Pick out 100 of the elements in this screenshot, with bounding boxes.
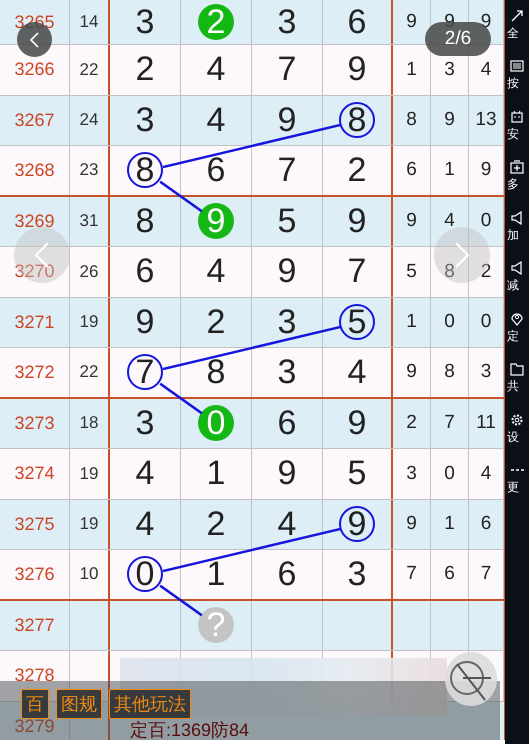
folder-icon[interactable]	[510, 362, 524, 376]
digit: 9	[276, 102, 298, 138]
digit: 8	[134, 203, 156, 240]
span-value: 3	[406, 462, 417, 485]
sidebar-label[interactable]: 加	[507, 226, 519, 244]
digit: 8	[206, 354, 226, 390]
digit: 9	[346, 52, 368, 88]
sidebar-label[interactable]: 共	[507, 378, 519, 396]
span-value: 0	[480, 311, 492, 334]
sum-value: 10	[80, 564, 98, 584]
digit: 3	[346, 556, 368, 592]
sum-value: 24	[80, 110, 98, 130]
digit: 4	[134, 456, 156, 492]
digit: 6	[206, 152, 226, 188]
span-value: 1	[406, 311, 417, 334]
span-value: 0	[444, 462, 455, 485]
digit: 0	[127, 556, 163, 592]
location-pin-icon[interactable]	[510, 312, 524, 326]
tool-button[interactable]: 其他玩法	[109, 689, 191, 719]
settings-icon[interactable]	[510, 412, 524, 427]
row-number: 3270	[14, 261, 55, 282]
keyboard-icon[interactable]	[510, 59, 524, 74]
digit: 9	[134, 304, 156, 340]
digit: 9	[198, 203, 234, 240]
span-value: 7	[406, 563, 417, 586]
span-value: 6	[480, 513, 492, 536]
span-value: 7	[444, 412, 455, 434]
span-value: 13	[475, 109, 497, 132]
digit: 8	[127, 152, 163, 188]
digit: ?	[198, 607, 234, 644]
digit: 4	[276, 506, 298, 542]
span-value: 1	[444, 159, 455, 182]
sum-value: 26	[80, 262, 98, 282]
row-number: 3271	[14, 312, 55, 333]
sidebar-label[interactable]: 全	[507, 24, 519, 42]
sidebar-label[interactable]: 设	[507, 428, 519, 446]
row-number: 3275	[14, 514, 55, 535]
digit: 4	[134, 506, 156, 542]
span-value: 9	[480, 159, 492, 182]
span-value: 7	[480, 563, 492, 586]
sidebar-label[interactable]: 安	[507, 126, 519, 143]
connector-line	[159, 584, 203, 616]
span-value: 0	[444, 311, 455, 334]
sum-value: 23	[80, 160, 98, 180]
sum-value: 19	[80, 514, 98, 534]
digit: 6	[276, 556, 298, 592]
digit: 4	[206, 52, 226, 88]
digit: 4	[206, 102, 226, 138]
sidebar-label[interactable]: 按	[507, 75, 519, 92]
sum-value: 14	[80, 12, 98, 32]
sum-value: 19	[80, 464, 98, 484]
digit: 3	[276, 304, 298, 340]
span-value: 9	[444, 109, 455, 132]
sidebar-label[interactable]: 减	[507, 277, 519, 294]
digit: 2	[206, 506, 226, 542]
digit: 9	[339, 506, 375, 542]
digit: 5	[276, 203, 298, 240]
android-icon[interactable]	[510, 110, 524, 124]
tool-button[interactable]: 百	[21, 689, 49, 719]
sum-value: 18	[80, 413, 98, 434]
row-number: 3272	[14, 362, 55, 383]
row-number: 3267	[14, 110, 55, 131]
tool-button[interactable]: 图规	[56, 689, 102, 719]
digit: 6	[346, 4, 368, 40]
sidebar-label[interactable]: 更	[507, 479, 519, 496]
span-value: 9	[406, 513, 417, 536]
digit: 9	[276, 254, 298, 290]
digit: 0	[198, 405, 234, 442]
row-number: 3277	[14, 614, 55, 636]
span-value: 4	[444, 210, 455, 232]
digit: 7	[276, 52, 298, 88]
span-value: 8	[444, 361, 455, 384]
digit: 6	[134, 254, 156, 290]
digit: 4	[346, 354, 368, 390]
span-value: 5	[406, 260, 417, 283]
span-value: 9	[406, 361, 417, 384]
span-value: 6	[444, 563, 455, 586]
span-value: 9	[406, 210, 417, 232]
digit: 3	[134, 4, 156, 40]
speaker-icon[interactable]	[510, 210, 524, 225]
digit: 9	[276, 456, 298, 492]
digit: 3	[276, 4, 298, 40]
row-number: 3266	[14, 59, 55, 80]
row-number: 3274	[14, 463, 55, 484]
expand-icon[interactable]	[510, 8, 524, 23]
digit: 4	[206, 254, 226, 290]
span-value: 9	[406, 11, 417, 33]
digit: 2	[206, 304, 226, 340]
span-value: 2	[406, 412, 417, 434]
sum-value: 22	[80, 60, 98, 80]
digit: 3	[134, 102, 156, 138]
sidebar-label[interactable]: 多	[507, 176, 519, 194]
span-value: 0	[480, 210, 492, 232]
connector-line	[159, 180, 203, 212]
row-number: 3278	[14, 665, 55, 686]
window-plus-icon[interactable]	[510, 160, 524, 174]
speaker-icon[interactable]	[510, 261, 524, 276]
digit: 3	[134, 405, 156, 442]
span-value: 11	[476, 412, 496, 434]
sidebar-label[interactable]: 定	[507, 328, 519, 345]
